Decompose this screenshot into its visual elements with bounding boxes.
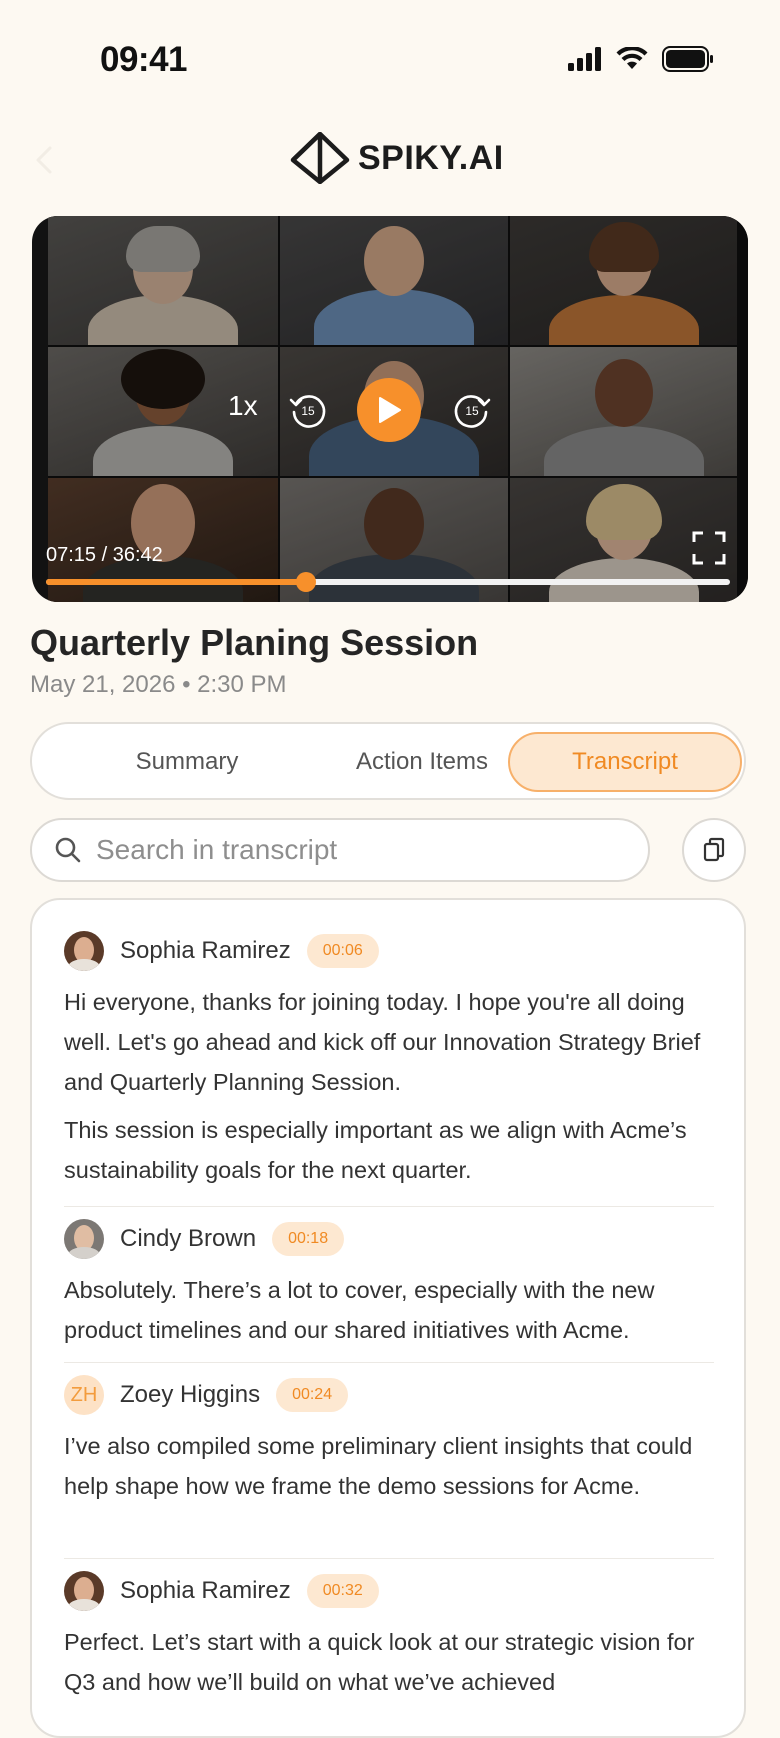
copy-icon xyxy=(703,837,725,862)
status-time: 09:41 xyxy=(100,40,188,79)
avatar xyxy=(64,931,104,971)
battery-icon xyxy=(662,46,713,72)
divider xyxy=(64,1362,714,1363)
copy-transcript-button[interactable] xyxy=(682,818,746,882)
back-button[interactable] xyxy=(30,140,60,180)
play-button[interactable] xyxy=(357,378,421,442)
forward-15-icon: 15 xyxy=(454,395,491,428)
transcript-panel: Sophia Ramirez 00:06 Hi everyone, thanks… xyxy=(30,898,746,1738)
skip-back-button[interactable]: 15 xyxy=(288,390,328,430)
playback-speed[interactable]: 1x xyxy=(228,390,258,422)
signal-icon xyxy=(568,47,601,71)
transcript-entry: Sophia Ramirez 00:06 Hi everyone, thanks… xyxy=(64,930,714,1190)
timestamp-badge[interactable]: 00:32 xyxy=(306,1574,379,1608)
transcript-text: I’ve also compiled some preliminary clie… xyxy=(64,1433,693,1499)
progress-handle[interactable] xyxy=(296,572,316,592)
timecode: 07:15 / 36:42 xyxy=(46,544,163,566)
speaker-name: Sophia Ramirez xyxy=(120,1577,291,1604)
tab-action-items[interactable]: Action Items xyxy=(307,732,537,792)
rewind-15-icon: 15 xyxy=(289,395,326,428)
meeting-datetime: May 21, 2026 • 2:30 PM xyxy=(30,671,287,698)
speaker-name: Cindy Brown xyxy=(120,1225,257,1252)
participant-tile xyxy=(510,347,737,476)
speaker-name: Zoey Higgins xyxy=(120,1381,261,1408)
status-icons xyxy=(568,46,714,72)
divider xyxy=(64,1206,714,1207)
timestamp-badge[interactable]: 00:06 xyxy=(306,934,379,968)
play-icon xyxy=(379,397,401,423)
fullscreen-button[interactable] xyxy=(692,531,726,565)
avatar-initials: ZH xyxy=(64,1375,104,1415)
transcript-entry: Sophia Ramirez 00:32 Perfect. Let’s star… xyxy=(64,1570,714,1702)
timestamp-badge[interactable]: 00:18 xyxy=(272,1222,345,1256)
transcript-text: This session is especially important as … xyxy=(64,1117,687,1183)
fullscreen-icon xyxy=(692,531,726,565)
speaker-name: Sophia Ramirez xyxy=(120,937,291,964)
spiky-logo-icon xyxy=(290,132,350,184)
transcript-entry: ZH Zoey Higgins 00:24 I’ve also compiled… xyxy=(64,1374,714,1506)
transcript-entry: Cindy Brown 00:18 Absolutely. There’s a … xyxy=(64,1218,714,1350)
participant-tile xyxy=(280,216,508,345)
tab-transcript[interactable]: Transcript xyxy=(508,732,742,792)
progress-fill xyxy=(46,579,306,585)
participant-tile xyxy=(510,216,737,345)
brand-name: SPIKY.AI xyxy=(358,138,504,177)
skip-forward-button[interactable]: 15 xyxy=(452,390,492,430)
tab-bar: Summary Action Items Transcript xyxy=(30,722,746,800)
timestamp-badge[interactable]: 00:24 xyxy=(276,1378,349,1412)
search-input[interactable] xyxy=(94,833,618,867)
transcript-text: Absolutely. There’s a lot to cover, espe… xyxy=(64,1277,655,1343)
transcript-text: Hi everyone, thanks for joining today. I… xyxy=(64,989,701,1095)
participant-tile xyxy=(48,216,278,345)
chevron-left-icon xyxy=(36,146,52,174)
skip-forward-seconds: 15 xyxy=(465,404,479,418)
avatar xyxy=(64,1571,104,1611)
skip-back-seconds: 15 xyxy=(301,404,315,418)
tab-summary[interactable]: Summary xyxy=(72,732,302,792)
avatar xyxy=(64,1219,104,1259)
search-icon xyxy=(55,837,81,863)
wifi-icon xyxy=(616,47,648,69)
brand-logo: SPIKY.AI xyxy=(290,132,504,184)
meeting-title: Quarterly Planing Session xyxy=(30,622,479,663)
transcript-text: Perfect. Let’s start with a quick look a… xyxy=(64,1629,695,1695)
transcript-search[interactable] xyxy=(30,818,650,882)
divider xyxy=(64,1558,714,1559)
